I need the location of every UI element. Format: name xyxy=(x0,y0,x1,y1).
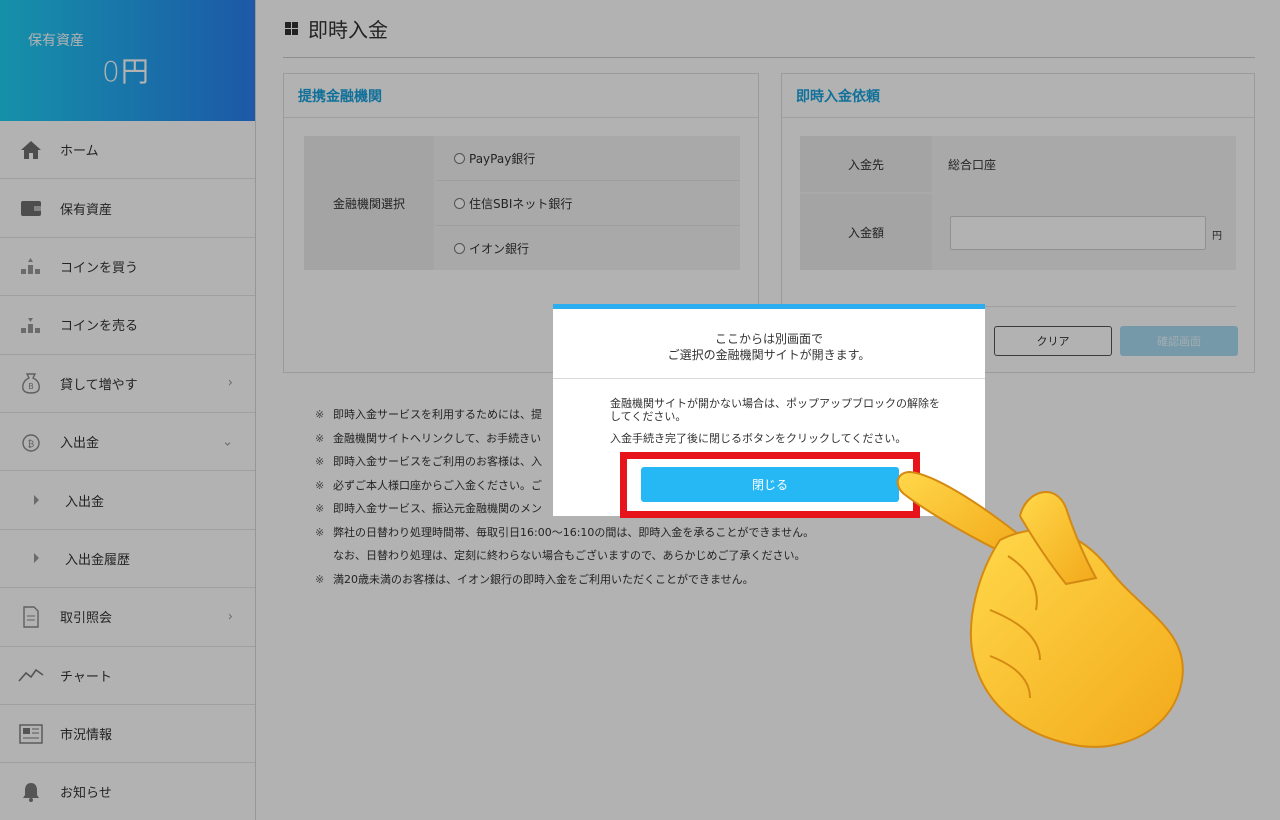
modal-body: 金融機関サイトが開かない場合は、ポップアップブロックの解除をしてください。 入金… xyxy=(553,379,985,445)
modal-message: 金融機関サイトが開かない場合は、ポップアップブロックの解除をしてください。 xyxy=(610,397,940,423)
modal-title-line: ご選択の金融機関サイトが開きます。 xyxy=(667,348,871,362)
modal-message: 入金手続き完了後に閉じるボタンをクリックしてください。 xyxy=(610,432,907,445)
modal-title-line: ここからは別画面で xyxy=(714,332,823,346)
pointing-hand-icon xyxy=(896,470,1184,748)
modal-header: ここからは別画面で ご選択の金融機関サイトが開きます。 xyxy=(553,309,985,379)
close-button[interactable]: 閉じる xyxy=(641,467,899,502)
